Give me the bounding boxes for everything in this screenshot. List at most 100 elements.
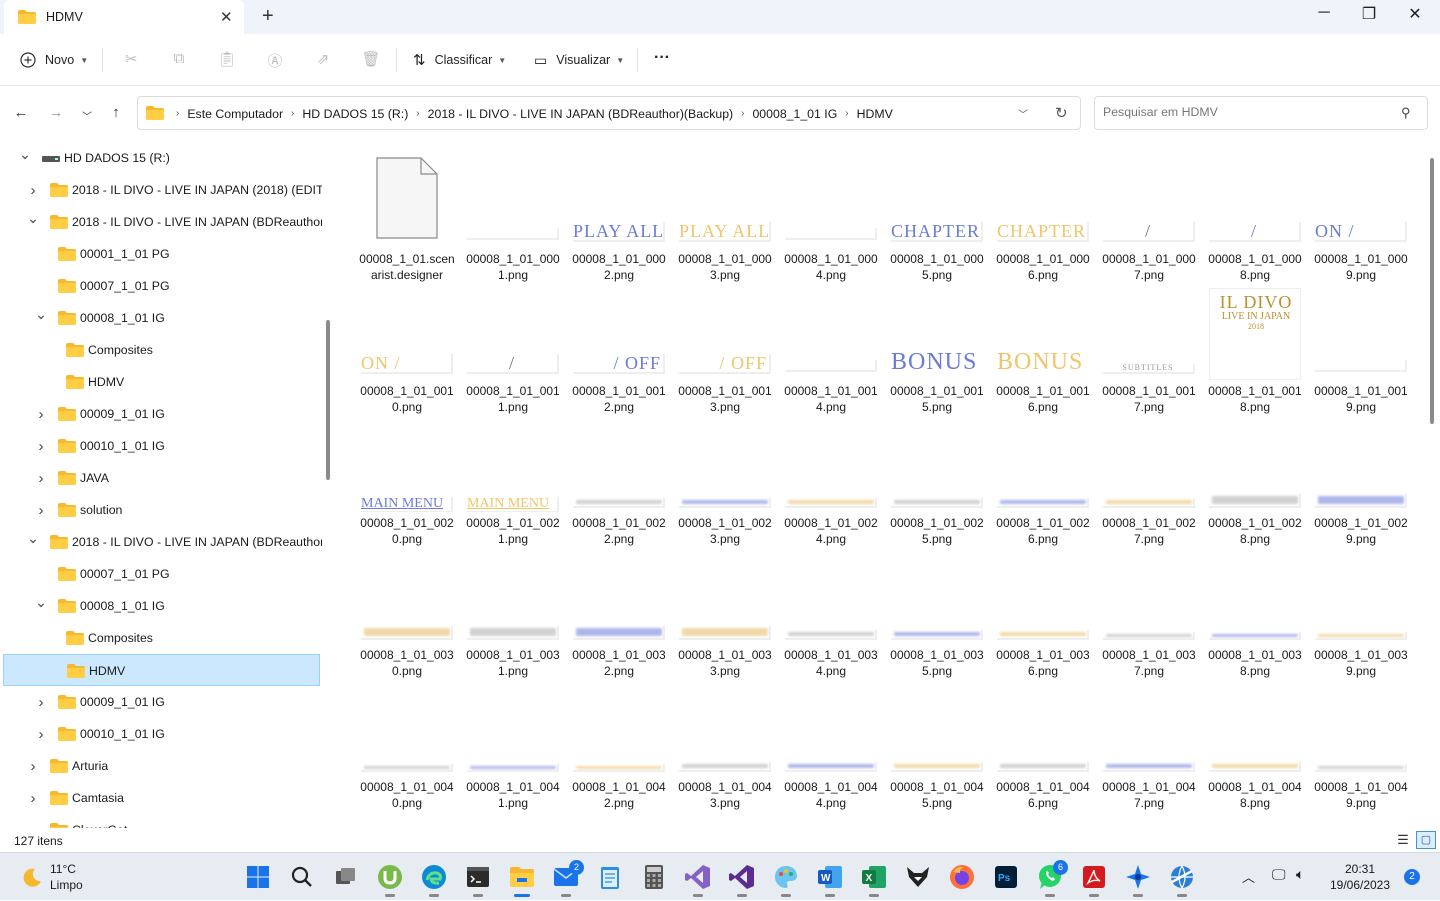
nav-scrollbar[interactable] (326, 320, 330, 480)
recent-chevron-icon[interactable]: ﹀ (77, 108, 97, 123)
file-item[interactable]: 00008_1_01_0025.png (887, 412, 987, 546)
terminal-button[interactable] (462, 861, 494, 897)
calculator-button[interactable] (638, 861, 670, 893)
file-item[interactable]: 00008_1_01_0014.png (781, 280, 881, 414)
minimize-icon[interactable]: ─ (1304, 4, 1344, 22)
word-button[interactable]: W (814, 861, 846, 897)
file-item[interactable]: 00008_1_01_0029.png (1311, 412, 1411, 546)
tree-item[interactable]: Composites (0, 334, 322, 366)
tree-item[interactable]: ›CleverGet (0, 814, 322, 828)
chevron-right-icon[interactable]: › (416, 107, 419, 121)
weather-widget[interactable]: 11°C Limpo (20, 861, 83, 893)
task-view-button[interactable] (330, 861, 362, 893)
search-input[interactable] (1103, 105, 1383, 119)
file-item[interactable]: 00008_1_01_0049.png (1311, 676, 1411, 810)
details-view-icon[interactable]: ☰ (1394, 832, 1412, 848)
tree-item[interactable]: › solution (0, 494, 322, 526)
file-item[interactable]: 00008_1_01_0038.png (1205, 544, 1305, 678)
file-item[interactable]: 00008_1_01_0045.png (887, 676, 987, 810)
file-item[interactable]: 00008_1_01_0019.png (1311, 280, 1411, 414)
back-icon[interactable]: ← (11, 104, 31, 121)
tree-item[interactable]: ⌄ 00008_1_01 IG (0, 590, 322, 622)
file-item[interactable]: PLAY ALL 00008_1_01_0002.png (569, 148, 669, 282)
tree-item[interactable]: HDMV (0, 366, 322, 398)
file-item[interactable]: 00008_1_01_0039.png (1311, 544, 1411, 678)
tree-item[interactable]: ⌄ 2018 - IL DIVO - LIVE IN JAPAN (BDReaut… (0, 526, 322, 558)
fox-app-button[interactable] (902, 861, 934, 893)
file-item[interactable]: / OFF 00008_1_01_0013.png (675, 280, 775, 414)
edge-button[interactable] (418, 861, 450, 897)
paste-icon[interactable]: 📋︎ (217, 50, 237, 70)
tree-item[interactable]: › 2018 - IL DIVO - LIVE IN JAPAN (2018) (… (0, 174, 323, 206)
tab-hdmv[interactable]: HDMV ✕ (4, 0, 244, 34)
file-item[interactable]: 00008_1_01_0034.png (781, 544, 881, 678)
view-button[interactable]: ▭ Visualizar ▼ (534, 50, 624, 70)
visual-studio-button[interactable] (682, 861, 714, 897)
chevron-right-icon[interactable]: › (26, 758, 40, 775)
file-item[interactable]: BONUS 00008_1_01_0016.png (993, 280, 1093, 414)
file-item[interactable]: CHAPTER 00008_1_01_0006.png (993, 148, 1093, 282)
app-globe-button[interactable] (1166, 861, 1198, 897)
chevron-down-icon[interactable]: ⌄ (34, 594, 48, 611)
tree-item[interactable]: ⌄ 2018 - IL DIVO - LIVE IN JAPAN (BDReaut… (0, 206, 322, 238)
breadcrumb-item[interactable]: Este Computador (187, 107, 283, 121)
chevron-right-icon[interactable]: › (845, 107, 848, 121)
file-item[interactable]: 00008_1_01_0004.png (781, 148, 881, 282)
network-icon[interactable]: 🖵︎ (1272, 866, 1286, 883)
large-icons-view-icon[interactable]: ▢ (1416, 831, 1436, 849)
utorrent-button[interactable] (374, 861, 406, 897)
acrobat-button[interactable] (1078, 861, 1110, 897)
chevron-right-icon[interactable]: › (34, 438, 48, 455)
tree-item[interactable]: 00007_1_01 PG (0, 270, 322, 302)
sort-button[interactable]: ⇅ Classificar ▼ (413, 50, 506, 70)
file-item[interactable]: 00008_1_01_0042.png (569, 676, 669, 810)
file-item[interactable]: 00008_1_01_0047.png (1099, 676, 1199, 810)
file-item[interactable]: 00008_1_01_0041.png (463, 676, 563, 810)
file-item[interactable]: / 00008_1_01_0008.png (1205, 148, 1305, 282)
tree-item[interactable]: › 00010_1_01 IG (0, 430, 322, 462)
file-item[interactable]: 00008_1_01_0023.png (675, 412, 775, 546)
file-item[interactable]: 00008_1_01_0026.png (993, 412, 1093, 546)
address-bar[interactable]: › Este Computador › HD DADOS 15 (R:) › 2018 -… (137, 96, 1081, 130)
firefox-button[interactable] (946, 861, 978, 893)
tree-item[interactable]: › 00009_1_01 IG (0, 686, 322, 718)
file-item[interactable]: MAIN MENU 00008_1_01_0020.png (357, 412, 457, 546)
file-item[interactable]: 00008_1_01_0027.png (1099, 412, 1199, 546)
file-item[interactable]: 00008_1_01_0046.png (993, 676, 1093, 810)
tree-item[interactable]: 00007_1_01 PG (0, 558, 322, 590)
notification-badge[interactable]: 2 (1404, 869, 1420, 885)
rename-icon[interactable]: Ⓐ (265, 50, 285, 70)
tree-item[interactable]: › Arturia (0, 750, 322, 782)
file-item[interactable]: 00008_1_01_0036.png (993, 544, 1093, 678)
file-item[interactable]: ON / 00008_1_01_0009.png (1311, 148, 1411, 282)
copy-icon[interactable]: ⧉ (169, 50, 189, 70)
file-item[interactable]: CHAPTER 00008_1_01_0005.png (887, 148, 987, 282)
mail-button[interactable]: 2 (550, 860, 584, 897)
file-item[interactable]: 00008_1_01_0032.png (569, 544, 669, 678)
tree-item[interactable]: ⌄ 00008_1_01 IG (0, 302, 322, 334)
chevron-down-icon[interactable]: ⌄ (26, 210, 40, 227)
more-options-icon[interactable]: ··· (654, 48, 670, 68)
chevron-right-icon[interactable]: › (34, 406, 48, 423)
tree-item[interactable]: › JAVA (0, 462, 322, 494)
photoshop-button[interactable]: Ps (990, 861, 1022, 893)
start-button[interactable] (242, 861, 274, 893)
new-tab-icon[interactable]: + (262, 5, 274, 28)
chevron-right-icon[interactable]: › (34, 470, 48, 487)
breadcrumb-item[interactable]: HD DADOS 15 (R:) (302, 107, 408, 121)
close-icon[interactable]: ✕ (1395, 4, 1435, 24)
tree-item[interactable]: HDMV (3, 654, 320, 686)
forward-icon[interactable]: → (46, 104, 66, 121)
file-item[interactable]: 00008_1_01_0031.png (463, 544, 563, 678)
tree-item[interactable]: › 00010_1_01 IG (0, 718, 322, 750)
tree-item[interactable]: ⌄ HD DADOS 15 (R:) (0, 142, 322, 174)
tab-close-icon[interactable]: ✕ (220, 8, 233, 26)
content-scrollbar[interactable] (1430, 158, 1434, 424)
breadcrumb-item[interactable]: HDMV (857, 107, 893, 121)
app-blue-button[interactable] (1122, 861, 1154, 897)
share-icon[interactable]: ⇗ (313, 50, 333, 70)
chevron-right-icon[interactable]: › (26, 182, 40, 199)
whatsapp-button[interactable]: 6 (1034, 860, 1068, 897)
file-item[interactable]: SUBTITLES 00008_1_01_0017.png (1099, 280, 1199, 414)
chevron-down-icon[interactable]: ⌄ (18, 146, 32, 163)
